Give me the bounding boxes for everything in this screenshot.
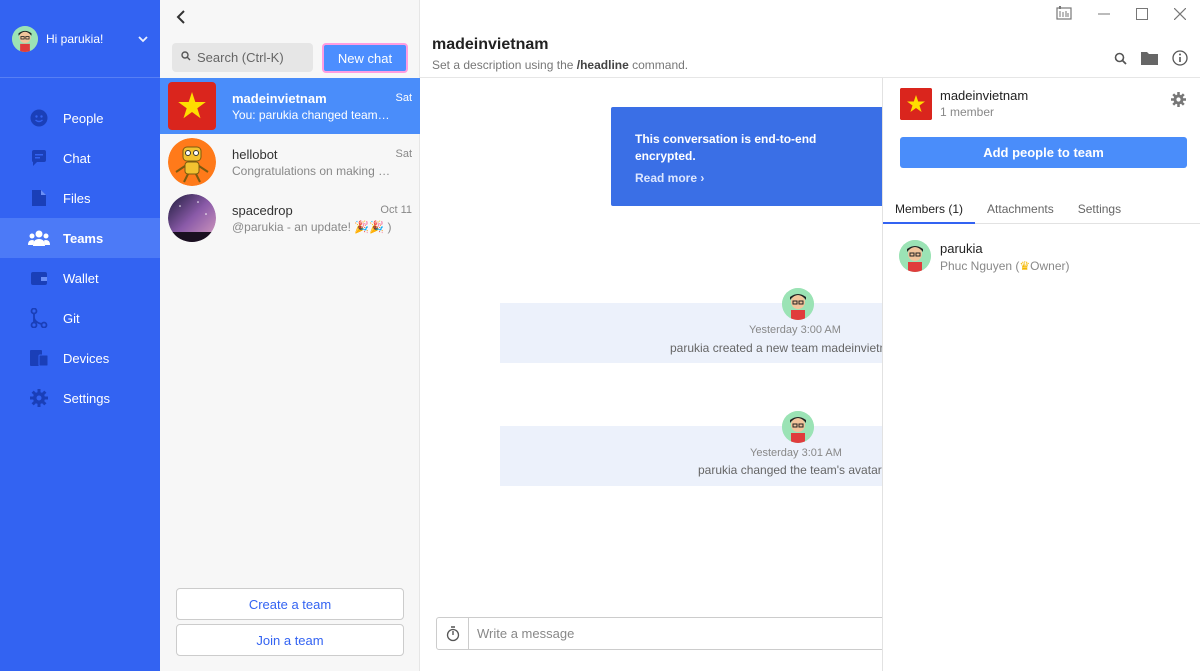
nav-label: Files <box>63 190 91 206</box>
nav-label: Settings <box>63 390 110 406</box>
member-username: parukia <box>940 241 983 256</box>
user-avatar <box>12 25 38 52</box>
nav-item-teams[interactable]: Teams <box>0 218 160 258</box>
chat-header: madeinvietnam Set a description using th… <box>420 0 1200 78</box>
encryption-text: This conversation is end-to-end encrypte… <box>635 132 817 163</box>
message-text: parukia created a new team madeinvietnam… <box>670 341 882 355</box>
nav-label: Wallet <box>63 270 99 286</box>
minimize-icon[interactable] <box>1098 7 1110 24</box>
info-icon[interactable] <box>1172 50 1188 69</box>
create-team-button[interactable]: Create a team <box>176 588 404 620</box>
nav-label: Chat <box>63 150 91 166</box>
conversation-item-madeinvietnam[interactable]: madeinvietnam You: parukia changed team … <box>160 78 420 134</box>
member-row[interactable]: parukia Phuc Nguyen (♛Owner) <box>899 240 1189 274</box>
nav-item-git[interactable]: Git <box>0 298 160 338</box>
tab-attachments[interactable]: Attachments <box>975 194 1066 224</box>
member-fullname: Phuc Nguyen (♛Owner) <box>940 259 1070 273</box>
avatar <box>782 411 814 443</box>
conversation-date: Sat <box>395 92 412 104</box>
team-info-panel: madeinvietnam 1 member Add people to tea… <box>882 78 1200 671</box>
member-count: 1 member <box>940 105 995 119</box>
conversation-snippet: You: parukia changed team avatar <box>232 107 392 122</box>
conversation-date: Oct 11 <box>380 204 412 216</box>
git-icon <box>28 308 50 328</box>
vietnam-flag-avatar <box>168 82 216 130</box>
nav-label: Teams <box>63 230 104 246</box>
conversation-date: Sat <box>395 148 412 160</box>
new-chat-button[interactable]: New chat <box>322 43 408 73</box>
system-message: Yesterday 3:00 AM parukia created a new … <box>500 288 882 363</box>
greeting-text: Hi parukia! <box>46 31 104 46</box>
message-input[interactable] <box>469 626 895 641</box>
message-composer <box>436 617 896 650</box>
channel-title: madeinvietnam <box>432 36 549 53</box>
nav-item-people[interactable]: People <box>0 98 160 138</box>
vietnam-flag-avatar <box>900 88 932 120</box>
user-menu[interactable]: Hi parukia! <box>0 0 160 78</box>
conversation-item-spacedrop[interactable]: spacedrop @parukia - an update! 🎉🎉 ) Oct… <box>160 190 420 246</box>
conversation-snippet: @parukia - an update! 🎉🎉 ) <box>232 219 392 234</box>
tab-settings[interactable]: Settings <box>1066 194 1133 224</box>
folder-icon[interactable] <box>1141 51 1158 68</box>
files-icon <box>28 188 50 208</box>
nav-item-devices[interactable]: Devices <box>0 338 160 378</box>
window-controls <box>1056 6 1187 24</box>
conversation-name: hellobot <box>232 146 278 162</box>
message-timestamp: Yesterday 3:00 AM <box>749 324 841 336</box>
conversation-item-hellobot[interactable]: hellobot Congratulations on making your … <box>160 134 420 190</box>
nav-item-files[interactable]: Files <box>0 178 160 218</box>
tab-members[interactable]: Members (1) <box>883 194 976 224</box>
flip-icon[interactable] <box>1056 6 1072 24</box>
message-text: parukia changed the team's avatar. <box>698 463 882 477</box>
gear-icon <box>28 388 50 408</box>
people-icon <box>28 108 50 128</box>
search-icon <box>181 51 191 64</box>
join-team-button[interactable]: Join a team <box>176 624 404 656</box>
conversation-list-panel: Search (Ctrl-K) New chat madeinvietnam Y… <box>160 0 420 671</box>
search-icon[interactable] <box>1114 52 1127 68</box>
message-timestamp: Yesterday 3:01 AM <box>750 447 842 459</box>
nav-label: People <box>63 110 104 126</box>
system-message: Yesterday 3:01 AM parukia changed the te… <box>500 411 882 486</box>
nav-item-chat[interactable]: Chat <box>0 138 160 178</box>
read-more-link[interactable]: Read more › <box>635 171 882 185</box>
close-icon[interactable] <box>1173 7 1187 24</box>
message-list: This conversation is end-to-end encrypte… <box>420 79 882 614</box>
nav-item-wallet[interactable]: Wallet <box>0 258 160 298</box>
add-people-button[interactable]: Add people to team <box>900 137 1187 168</box>
avatar <box>782 288 814 320</box>
team-name: madeinvietnam <box>940 88 1029 103</box>
encryption-banner: This conversation is end-to-end encrypte… <box>611 107 882 206</box>
search-input[interactable]: Search (Ctrl-K) <box>172 43 313 72</box>
robot-avatar <box>168 138 216 186</box>
conversation-name: madeinvietnam <box>232 90 327 106</box>
chat-icon <box>28 148 50 168</box>
left-nav: Hi parukia! People Chat Files Teams Wall… <box>0 0 160 671</box>
timer-icon[interactable] <box>437 618 469 649</box>
galaxy-avatar <box>168 194 216 242</box>
wallet-icon <box>28 268 50 288</box>
info-tabs: Members (1) Attachments Settings <box>883 194 1200 224</box>
crown-icon: ♛ <box>1019 259 1031 273</box>
maximize-icon[interactable] <box>1136 7 1148 24</box>
conversation-snippet: Congratulations on making your first tea… <box>232 163 392 178</box>
search-placeholder: Search (Ctrl-K) <box>197 50 284 65</box>
teams-icon <box>28 228 50 248</box>
channel-description: Set a description using the /headline co… <box>432 58 689 72</box>
gear-icon[interactable] <box>1171 92 1186 110</box>
devices-icon <box>28 348 50 368</box>
avatar <box>899 240 931 272</box>
chevron-down-icon[interactable] <box>138 32 148 46</box>
nav-item-settings[interactable]: Settings <box>0 378 160 418</box>
back-arrow-icon[interactable] <box>176 8 186 29</box>
nav-label: Devices <box>63 350 110 366</box>
nav-label: Git <box>63 310 80 326</box>
